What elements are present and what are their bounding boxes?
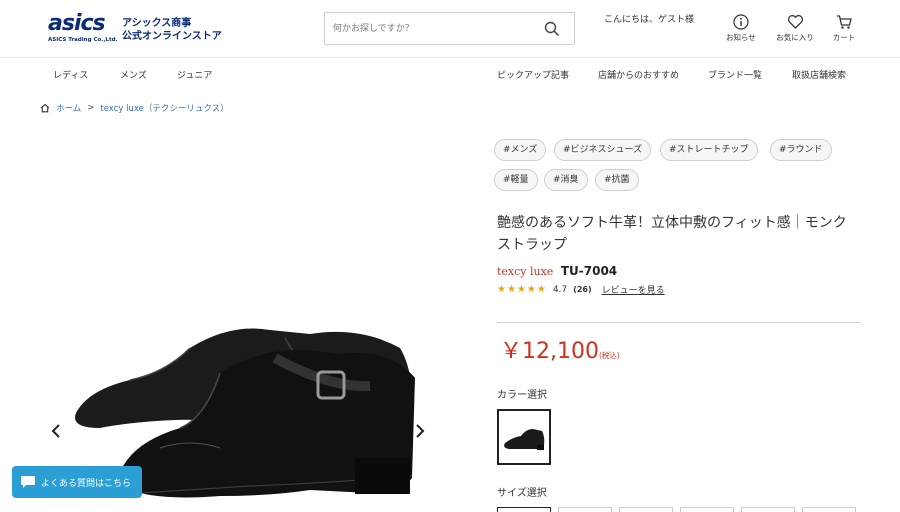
review-count: (26) — [573, 285, 592, 294]
color-swatch-black[interactable] — [497, 409, 551, 465]
nav-item-ladies[interactable]: レディス — [53, 68, 88, 81]
size-option[interactable] — [802, 507, 856, 512]
logo-subtext: ASICS Trading Co.,Ltd. — [48, 37, 118, 43]
store-name-line2: 公式オンラインストア — [122, 31, 222, 42]
notifications-button[interactable]: お知らせ — [719, 14, 763, 43]
color-select-label: カラー選択 — [497, 390, 547, 401]
chat-bubble-icon — [21, 476, 35, 488]
product-model: TU-7004 — [560, 264, 618, 278]
breadcrumb-current[interactable]: texcy luxe（テクシーリュクス） — [100, 102, 228, 114]
nav-item-brand-list[interactable]: ブランド一覧 — [708, 68, 762, 81]
tag-deodorant[interactable]: #消臭 — [544, 169, 588, 191]
size-select-label: サイズ選択 — [497, 488, 547, 499]
tag-straight-tip[interactable]: #ストレートチップ — [660, 139, 758, 161]
nav-item-junior[interactable]: ジュニア — [177, 68, 212, 81]
nav-item-store-search[interactable]: 取扱店舗検索 — [792, 68, 846, 81]
price-amount: ￥12,100 — [500, 339, 599, 364]
store-name: アシックス商事 公式オンラインストア — [122, 17, 222, 43]
product-title: 艶感のあるソフト牛革！立体中敷のフィット感｜モンクストラップ — [497, 215, 847, 253]
rating-score: 4.7 — [552, 284, 568, 295]
nav-item-pickup[interactable]: ピックアップ記事 — [497, 68, 569, 81]
info-icon — [733, 14, 749, 30]
cart-icon — [836, 15, 852, 29]
review-link[interactable]: レビューを見る — [602, 283, 665, 296]
tag-business-shoes[interactable]: #ビジネスシューズ — [554, 139, 652, 161]
tag-lightweight[interactable]: #軽量 — [494, 169, 538, 191]
rating-stars-icon: ★★★★★ — [497, 284, 547, 295]
size-option[interactable] — [558, 507, 612, 512]
product-brand[interactable]: texcy luxe — [497, 265, 553, 278]
nav-item-mens[interactable]: メンズ — [120, 68, 147, 81]
breadcrumb: ホーム > texcy luxe（テクシーリュクス） — [40, 102, 229, 114]
product-brand-line: texcy luxe TU-7004 — [497, 264, 617, 278]
tag-mens[interactable]: #メンズ — [494, 139, 547, 161]
cart-label: カート — [832, 33, 856, 42]
swatch-shoe-image — [504, 429, 545, 450]
home-icon — [40, 103, 50, 113]
nav-item-store-recommend[interactable]: 店舗からのおすすめ — [598, 68, 679, 81]
breadcrumb-home[interactable]: ホーム — [56, 102, 81, 114]
search-icon[interactable] — [544, 21, 560, 37]
faq-chat-button[interactable]: よくある質問はこちら — [12, 466, 142, 498]
favorites-button[interactable]: お気に入り — [773, 14, 817, 43]
heart-icon — [787, 15, 803, 29]
notifications-label: お知らせ — [726, 33, 756, 42]
asics-logo[interactable]: asics ASICS Trading Co.,Ltd. — [48, 12, 118, 48]
greeting-text: こんにちは、ゲスト様 — [604, 15, 695, 25]
search-box — [324, 12, 575, 45]
size-option[interactable] — [619, 507, 673, 512]
size-option[interactable] — [497, 507, 551, 512]
tag-round[interactable]: #ラウンド — [770, 139, 832, 161]
breadcrumb-separator: > — [87, 103, 95, 113]
store-name-line1: アシックス商事 — [122, 18, 192, 29]
size-option[interactable] — [680, 507, 734, 512]
cart-button[interactable]: カート — [822, 14, 866, 43]
product-rating: ★★★★★ 4.7 (26) レビューを見る — [497, 283, 665, 296]
favorites-label: お気に入り — [776, 33, 814, 42]
site-header: asics ASICS Trading Co.,Ltd. アシックス商事 公式オ… — [0, 0, 900, 58]
tax-note: (税込) — [598, 351, 620, 360]
logo-wordmark: asics — [48, 11, 106, 36]
product-price: ￥12,100(税込) — [500, 333, 620, 365]
prev-image-arrow-icon[interactable] — [46, 421, 66, 441]
divider — [497, 322, 860, 323]
search-input[interactable] — [325, 13, 535, 44]
main-nav: レディス メンズ ジュニア ピックアップ記事 店舗からのおすすめ ブランド一覧 … — [0, 59, 900, 89]
faq-label: よくある質問はこちら — [41, 478, 132, 489]
tag-antibacterial[interactable]: #抗菌 — [595, 169, 639, 191]
next-image-arrow-icon[interactable] — [410, 421, 430, 441]
size-option[interactable] — [741, 507, 795, 512]
